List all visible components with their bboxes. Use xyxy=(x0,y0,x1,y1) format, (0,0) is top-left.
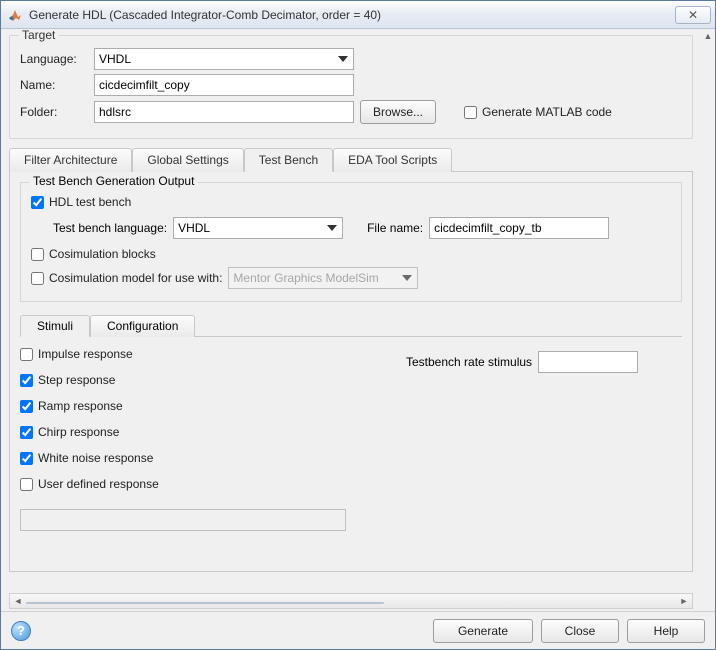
ramp-response-checkbox[interactable]: Ramp response xyxy=(20,399,346,413)
sub-tab-configuration[interactable]: Configuration xyxy=(90,315,195,337)
generate-button[interactable]: Generate xyxy=(433,619,533,643)
white-noise-checkbox[interactable]: White noise response xyxy=(20,451,346,465)
window-close-button[interactable]: ✕ xyxy=(675,6,711,24)
cosim-model-label: Cosimulation model for use with: xyxy=(49,271,222,285)
footer-bar: ? Generate Close Help xyxy=(1,611,715,649)
tab-test-bench[interactable]: Test Bench xyxy=(244,148,333,172)
help-icon[interactable]: ? xyxy=(11,621,31,641)
content-area: ▲ ▼ Target Language: VHDL Name: Folder: … xyxy=(1,29,715,649)
cosim-model-checkbox[interactable]: Cosimulation model for use with: xyxy=(31,271,222,285)
tb-language-label: Test bench language: xyxy=(53,221,167,235)
language-label: Language: xyxy=(20,52,88,66)
hdl-testbench-label: HDL test bench xyxy=(49,195,131,209)
name-label: Name: xyxy=(20,78,88,92)
sub-tab-stimuli[interactable]: Stimuli xyxy=(20,315,90,337)
main-tabstrip: Filter Architecture Global Settings Test… xyxy=(9,147,693,172)
name-input[interactable] xyxy=(94,74,354,96)
cosim-tool-select: Mentor Graphics ModelSim xyxy=(228,267,418,289)
tb-language-select[interactable]: VHDL xyxy=(173,217,343,239)
tb-output-title: Test Bench Generation Output xyxy=(29,174,198,188)
tb-rate-input[interactable] xyxy=(538,351,638,373)
scroll-up-icon[interactable]: ▲ xyxy=(703,31,713,41)
target-group-title: Target xyxy=(18,29,59,42)
close-button[interactable]: Close xyxy=(541,619,619,643)
close-icon: ✕ xyxy=(688,8,698,22)
scroll-left-icon[interactable]: ◄ xyxy=(10,594,26,608)
hdl-testbench-check-input[interactable] xyxy=(31,196,44,209)
language-select[interactable]: VHDL xyxy=(94,48,354,70)
folder-input[interactable] xyxy=(94,101,354,123)
tb-output-group: Test Bench Generation Output HDL test be… xyxy=(20,182,682,302)
help-button[interactable]: Help xyxy=(627,619,705,643)
scroll-right-icon[interactable]: ► xyxy=(676,594,692,608)
impulse-response-checkbox[interactable]: Impulse response xyxy=(20,347,346,361)
generate-matlab-label: Generate MATLAB code xyxy=(482,105,612,119)
matlab-logo-icon xyxy=(7,7,23,23)
titlebar: Generate HDL (Cascaded Integrator-Comb D… xyxy=(1,1,715,29)
browse-button[interactable]: Browse... xyxy=(360,100,436,124)
tab-body-test-bench: Test Bench Generation Output HDL test be… xyxy=(9,172,693,572)
cosim-blocks-label: Cosimulation blocks xyxy=(49,247,156,261)
vertical-scroll-hint: ▲ ▼ xyxy=(701,29,715,649)
tab-global-settings[interactable]: Global Settings xyxy=(132,148,243,172)
user-defined-input xyxy=(20,509,346,531)
tb-rate-label: Testbench rate stimulus xyxy=(406,355,532,369)
folder-label: Folder: xyxy=(20,105,88,119)
cosim-blocks-checkbox[interactable]: Cosimulation blocks xyxy=(31,247,671,261)
cosim-blocks-check-input[interactable] xyxy=(31,248,44,261)
window-title: Generate HDL (Cascaded Integrator-Comb D… xyxy=(29,8,675,22)
user-defined-checkbox[interactable]: User defined response xyxy=(20,477,346,491)
stimuli-panel: Impulse response Step response Ramp resp… xyxy=(20,347,682,531)
dialog-window: Generate HDL (Cascaded Integrator-Comb D… xyxy=(0,0,716,650)
tab-eda-tool-scripts[interactable]: EDA Tool Scripts xyxy=(333,148,452,172)
target-group: Target Language: VHDL Name: Folder: Brow… xyxy=(9,35,693,139)
tb-filename-input[interactable] xyxy=(429,217,609,239)
step-response-checkbox[interactable]: Step response xyxy=(20,373,346,387)
sub-tabstrip: Stimuli Configuration xyxy=(20,314,682,337)
cosim-model-check-input[interactable] xyxy=(31,272,44,285)
scroll-thumb[interactable] xyxy=(26,602,384,604)
tb-filename-label: File name: xyxy=(367,221,423,235)
generate-matlab-check-input[interactable] xyxy=(464,106,477,119)
chirp-response-checkbox[interactable]: Chirp response xyxy=(20,425,346,439)
generate-matlab-checkbox[interactable]: Generate MATLAB code xyxy=(464,105,612,119)
tab-filter-architecture[interactable]: Filter Architecture xyxy=(9,148,132,172)
hdl-testbench-checkbox[interactable]: HDL test bench xyxy=(31,195,671,209)
horizontal-scrollbar[interactable]: ◄ ► xyxy=(9,593,693,609)
